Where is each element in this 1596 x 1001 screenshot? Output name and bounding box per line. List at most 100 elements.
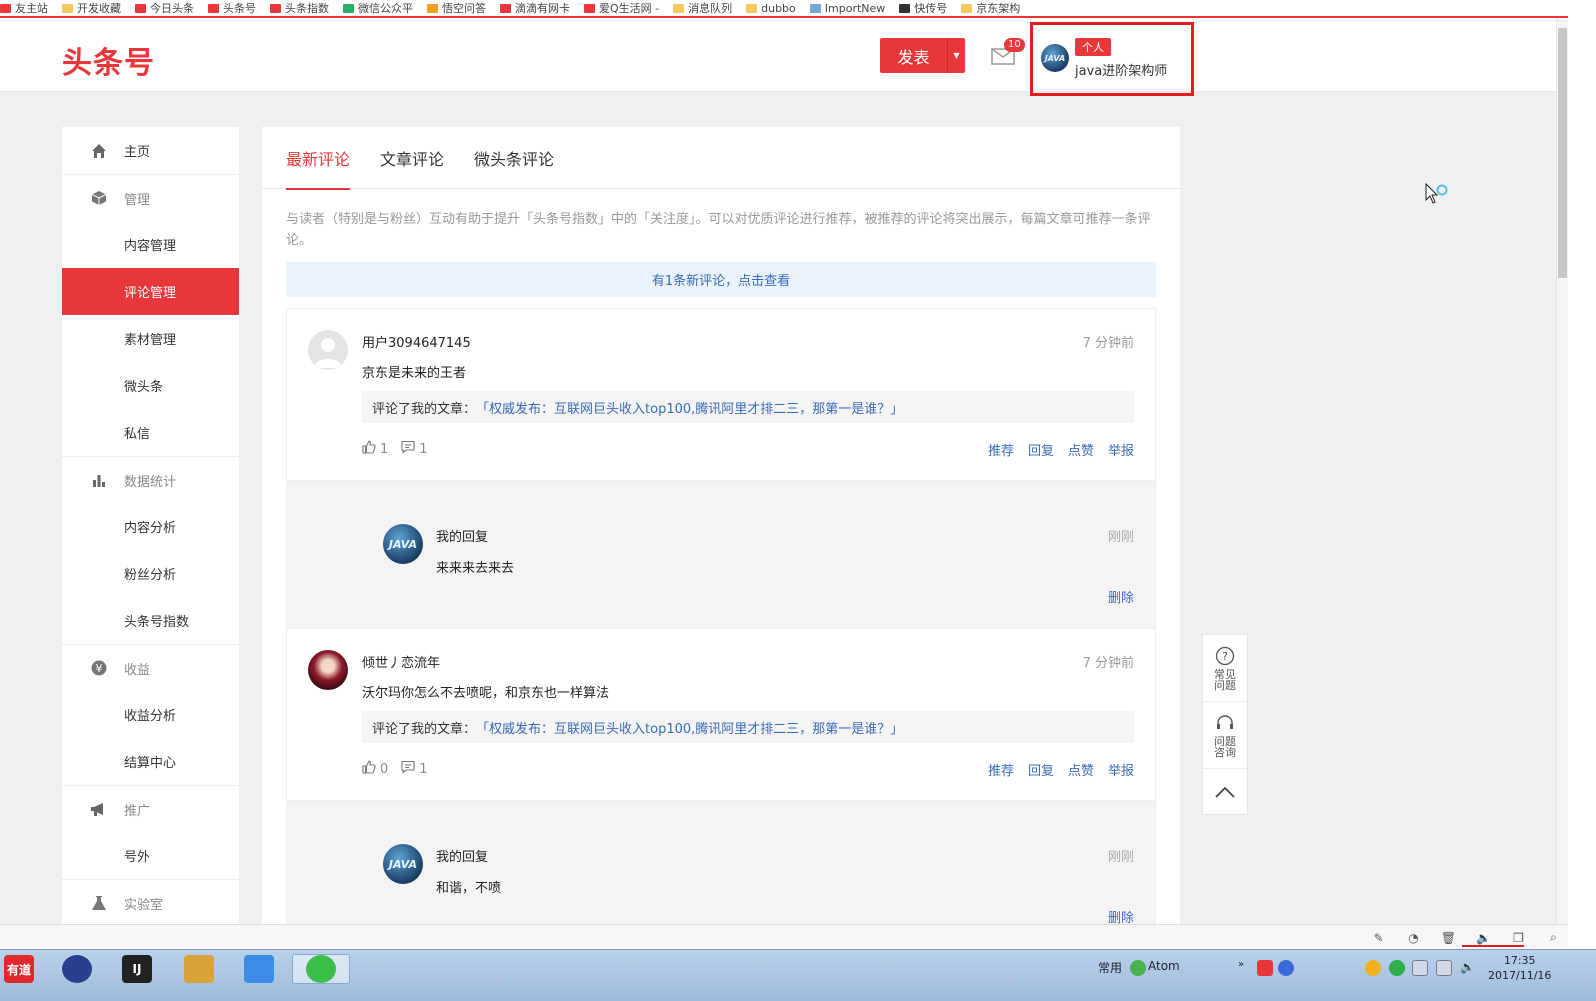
tray-expand-icon[interactable]: » (1238, 959, 1244, 970)
sogou-icon[interactable] (1257, 960, 1273, 976)
pin-icon[interactable]: ✎ (1371, 930, 1386, 945)
comment-action-2[interactable]: 点赞 (1068, 760, 1094, 779)
user-account-box[interactable]: JAVA 个人 java进阶架构师 (1030, 22, 1194, 96)
window-icon[interactable]: ❐ (1511, 930, 1526, 945)
flag-icon[interactable] (1412, 960, 1428, 976)
bookmark-item[interactable]: 滴滴有网卡 (500, 0, 570, 16)
bookmark-icon (500, 3, 511, 13)
new-comment-notice[interactable]: 有1条新评论，点击查看 (286, 262, 1156, 297)
article-link[interactable]: 「权威发布：互联网巨头收入top100,腾讯阿里才排二三，那第一是谁？」 (476, 398, 903, 417)
faq-button[interactable]: ? 常见 问题 (1203, 635, 1247, 702)
like-count[interactable]: 0 (362, 760, 388, 778)
taskbar-app-0[interactable]: 有道 (2, 954, 36, 984)
commenter-name[interactable]: 用户3094647145 (362, 332, 471, 351)
user-avatar[interactable]: JAVA (1041, 44, 1069, 72)
comment-action-1[interactable]: 回复 (1028, 440, 1054, 459)
sidebar-item-15[interactable]: 号外 (62, 832, 239, 879)
bookmark-item[interactable]: ImportNew (809, 2, 885, 15)
scrollbar-thumb[interactable] (1558, 28, 1567, 278)
bookmark-item[interactable]: 京东架构 (961, 0, 1020, 16)
tray-common-label[interactable]: 常用 (1098, 959, 1122, 976)
bookmark-item[interactable]: 爱Q生活网 - (584, 0, 659, 16)
sidebar-item-5[interactable]: 微头条 (62, 362, 239, 409)
bookmark-item[interactable]: 微信公众平 (343, 0, 413, 16)
bookmark-item[interactable]: 头条指数 (270, 0, 329, 16)
bookmark-item[interactable]: 消息队列 (673, 0, 732, 16)
publish-dropdown-icon[interactable]: ▼ (947, 38, 965, 73)
sidebar-item-11[interactable]: ¥ 收益 (62, 644, 239, 691)
speaker-icon[interactable]: 🔈 (1476, 930, 1491, 945)
consult-button[interactable]: 问题 咨询 (1203, 702, 1247, 769)
tab-micro-comments[interactable]: 微头条评论 (474, 127, 554, 189)
speed-icon[interactable]: ◔ (1406, 930, 1421, 945)
taskbar-app-2[interactable]: IJ (120, 954, 154, 984)
yen-icon: ¥ (90, 659, 108, 677)
tab-article-comments[interactable]: 文章评论 (380, 127, 444, 189)
my-avatar[interactable]: JAVA (383, 524, 423, 564)
back-to-top-button[interactable] (1203, 769, 1247, 814)
comment-action-0[interactable]: 推荐 (988, 440, 1014, 459)
comment-action-0[interactable]: 推荐 (988, 760, 1014, 779)
bookmark-item[interactable]: 头条号 (208, 0, 256, 16)
help-tray-icon[interactable] (1278, 960, 1294, 976)
sidebar-item-7[interactable]: 数据统计 (62, 456, 239, 503)
security-icon[interactable] (1389, 960, 1405, 976)
reply-count[interactable]: 1 (401, 760, 428, 778)
sidebar-nav: 主页 管理 内容管理 评论管理 素材管理 微头条 私信 数据统计 内容分析 粉丝分析 头条号指数 ¥ 收… (62, 127, 239, 924)
sidebar-item-16[interactable]: 实验室 (62, 879, 239, 924)
taskbar-app-1[interactable] (60, 954, 94, 984)
taskbar-app-4[interactable] (242, 954, 276, 984)
tray-atom-label[interactable]: Atom (1148, 959, 1180, 973)
commenter-avatar[interactable] (308, 650, 348, 690)
bookmark-item[interactable]: 今日头条 (135, 0, 194, 16)
tab-latest-comments[interactable]: 最新评论 (286, 127, 351, 190)
user-name[interactable]: java进阶架构师 (1075, 60, 1167, 79)
sidebar-item-label: 结算中心 (124, 756, 177, 771)
sidebar-item-6[interactable]: 私信 (62, 409, 239, 456)
page-scrollbar[interactable] (1556, 18, 1568, 924)
commenter-avatar[interactable] (308, 330, 348, 370)
like-count-value: 0 (380, 761, 389, 777)
sidebar-item-3[interactable]: 评论管理 (62, 268, 239, 315)
bookmark-item[interactable]: 开发收藏 (62, 0, 121, 16)
comment-action-3[interactable]: 举报 (1108, 440, 1134, 459)
publish-button[interactable]: 发表 ▼ (880, 38, 965, 73)
sidebar-item-14[interactable]: 推广 (62, 785, 239, 832)
taskbar-app-3[interactable] (182, 954, 216, 984)
bookmark-item[interactable]: 快传号 (899, 0, 947, 16)
delete-reply-button[interactable]: 删除 (1108, 907, 1134, 924)
taskbar-app-5[interactable] (292, 954, 350, 984)
system-clock[interactable]: 17:35 2017/11/16 (1488, 953, 1551, 983)
atom-icon[interactable] (1130, 960, 1146, 976)
volume-icon[interactable]: 🔈 (1460, 960, 1476, 976)
zoom-icon[interactable]: ⌕ (1546, 930, 1561, 945)
sidebar-item-1[interactable]: 管理 (62, 174, 239, 221)
sidebar-item-13[interactable]: 结算中心 (62, 738, 239, 785)
comment-action-2[interactable]: 点赞 (1068, 440, 1094, 459)
logo[interactable]: 头条号 (62, 38, 155, 82)
comment-action-3[interactable]: 举报 (1108, 760, 1134, 779)
reply-count[interactable]: 1 (401, 440, 428, 458)
network-icon[interactable] (1436, 960, 1452, 976)
sidebar-item-10[interactable]: 头条号指数 (62, 597, 239, 644)
sidebar-item-8[interactable]: 内容分析 (62, 503, 239, 550)
bookmark-icon (343, 3, 354, 13)
comment-action-1[interactable]: 回复 (1028, 760, 1054, 779)
trash-icon[interactable]: 🗑 (1441, 930, 1456, 945)
my-avatar[interactable]: JAVA (383, 844, 423, 884)
sidebar-item-9[interactable]: 粉丝分析 (62, 550, 239, 597)
publish-label[interactable]: 发表 (880, 38, 947, 73)
bookmark-label: 头条号 (223, 2, 256, 15)
sidebar-item-0[interactable]: 主页 (62, 127, 239, 174)
like-count[interactable]: 1 (362, 440, 388, 458)
article-link[interactable]: 「权威发布：互联网巨头收入top100,腾讯阿里才排二三，那第一是谁？」 (476, 718, 903, 737)
sidebar-item-12[interactable]: 收益分析 (62, 691, 239, 738)
bookmark-item[interactable]: 悟空问答 (427, 0, 486, 16)
commenter-name[interactable]: 倾世丿恋流年 (362, 652, 440, 671)
sidebar-item-2[interactable]: 内容管理 (62, 221, 239, 268)
delete-reply-button[interactable]: 删除 (1108, 587, 1134, 606)
sidebar-item-4[interactable]: 素材管理 (62, 315, 239, 362)
bookmark-item[interactable]: 友主站 (0, 0, 48, 16)
qq-icon[interactable] (1365, 960, 1381, 976)
bookmark-item[interactable]: dubbo (746, 2, 796, 15)
